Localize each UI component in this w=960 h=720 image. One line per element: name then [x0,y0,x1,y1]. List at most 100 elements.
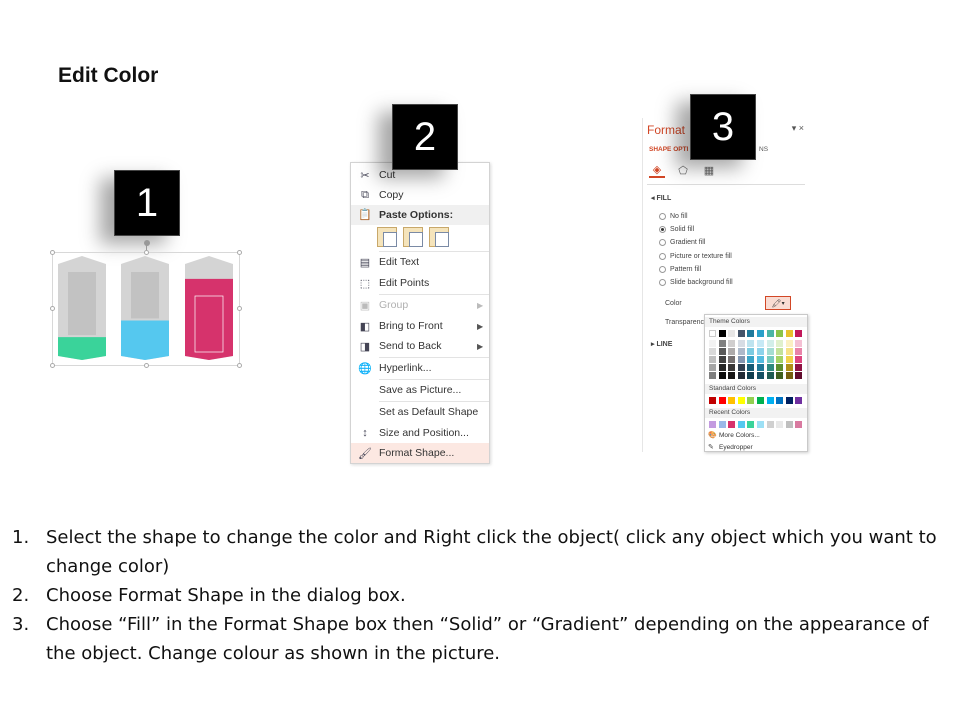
theme-color-swatch[interactable] [776,340,784,347]
standard-color-swatch[interactable] [766,397,774,404]
theme-color-swatch[interactable] [747,340,755,347]
rotation-handle[interactable] [144,240,150,246]
standard-color-swatch[interactable] [728,397,736,404]
recent-color-swatch[interactable] [776,421,784,428]
theme-color-swatch[interactable] [795,340,803,347]
resize-handle[interactable] [237,250,242,255]
theme-color-swatch[interactable] [757,330,764,337]
theme-color-swatch[interactable] [737,340,745,347]
theme-color-swatch[interactable] [757,364,764,371]
menu-item-set-default-shape[interactable]: Set as Default Shape [351,402,489,422]
theme-color-swatch[interactable] [728,364,736,371]
theme-color-swatch[interactable] [776,356,784,363]
recent-color-swatch[interactable] [747,421,755,428]
more-colors-link[interactable]: More Colors... [719,432,760,439]
fill-section-header[interactable]: ◂ FILL [651,194,671,202]
resize-handle[interactable] [237,363,242,368]
eyedropper-link[interactable]: Eyedropper [719,444,753,451]
theme-color-swatch[interactable] [709,340,716,347]
theme-color-swatch[interactable] [737,372,745,379]
theme-color-swatch[interactable] [795,356,803,363]
paste-destination-icon[interactable] [403,227,423,247]
theme-color-swatch[interactable] [757,340,764,347]
menu-item-hyperlink[interactable]: 🌐 Hyperlink... [351,358,489,378]
theme-color-swatch[interactable] [785,348,793,355]
theme-color-swatch[interactable] [718,348,726,355]
theme-color-swatch[interactable] [795,348,803,355]
resize-handle[interactable] [50,363,55,368]
theme-color-swatch[interactable] [776,330,784,337]
radio-button[interactable] [659,225,666,233]
radio-gradient-fill[interactable]: Gradient fill [659,236,705,248]
menu-item-edit-text[interactable]: ▤ Edit Text [351,252,489,272]
theme-color-swatch[interactable] [766,340,774,347]
theme-color-swatch[interactable] [757,356,764,363]
theme-color-swatch[interactable] [728,372,736,379]
recent-color-swatch[interactable] [766,421,774,428]
theme-color-swatch[interactable] [757,348,764,355]
theme-color-swatch[interactable] [785,372,793,379]
recent-color-swatch[interactable] [709,421,716,428]
radio-no-fill[interactable]: No fill [659,210,688,222]
theme-color-swatch[interactable] [718,364,726,371]
theme-color-swatch[interactable] [728,340,736,347]
theme-color-swatch[interactable] [709,330,716,337]
theme-color-swatch[interactable] [766,372,774,379]
theme-color-swatch[interactable] [766,364,774,371]
theme-color-swatch[interactable] [785,330,793,337]
theme-color-swatch[interactable] [747,348,755,355]
theme-color-swatch[interactable] [718,372,726,379]
theme-color-swatch[interactable] [776,348,784,355]
theme-color-swatch[interactable] [766,348,774,355]
line-section-header[interactable]: ▸ LINE [651,340,672,348]
menu-item-size-and-position[interactable]: ↕ Size and Position... [351,423,489,443]
theme-color-swatch[interactable] [718,340,726,347]
recent-color-swatch[interactable] [728,421,736,428]
theme-color-swatch[interactable] [718,356,726,363]
theme-color-swatch[interactable] [709,364,716,371]
radio-slide-background-fill[interactable]: Slide background fill [659,276,733,288]
resize-handle[interactable] [237,306,242,311]
color-picker-button[interactable]: 🖍 ▾ [765,296,791,310]
radio-pattern-fill[interactable]: Pattern fill [659,263,701,275]
recent-color-swatch[interactable] [737,421,745,428]
standard-color-swatch[interactable] [795,397,803,404]
theme-color-swatch[interactable] [776,364,784,371]
theme-color-swatch[interactable] [766,356,774,363]
theme-color-swatch[interactable] [718,330,726,337]
pane-close-icon[interactable]: ▾ × [792,123,804,134]
radio-button[interactable] [659,238,666,246]
tab-shape-options[interactable]: SHAPE OPTI [649,146,688,153]
theme-color-swatch[interactable] [737,356,745,363]
resize-handle[interactable] [144,250,149,255]
paste-picture-icon[interactable] [429,227,449,247]
radio-button[interactable] [659,212,666,220]
standard-color-swatch[interactable] [757,397,764,404]
theme-color-swatch[interactable] [728,330,736,337]
theme-color-swatch[interactable] [776,372,784,379]
menu-item-save-as-picture[interactable]: Save as Picture... [351,380,489,400]
theme-color-swatch[interactable] [709,372,716,379]
theme-color-swatch[interactable] [795,372,803,379]
recent-color-swatch[interactable] [795,421,803,428]
theme-color-swatch[interactable] [747,372,755,379]
theme-color-swatch[interactable] [728,356,736,363]
menu-item-format-shape[interactable]: 🖌 Format Shape... [351,443,489,463]
theme-color-swatch[interactable] [737,330,745,337]
theme-color-swatch[interactable] [728,348,736,355]
standard-color-swatch[interactable] [718,397,726,404]
size-properties-icon[interactable]: ▦ [701,162,717,178]
theme-color-swatch[interactable] [795,364,803,371]
recent-color-swatch[interactable] [785,421,793,428]
fill-line-icon[interactable]: ◈ [649,162,665,178]
resize-handle[interactable] [50,250,55,255]
menu-item-send-to-back[interactable]: ◨ Send to Back ▶ [351,336,489,356]
theme-color-swatch[interactable] [747,364,755,371]
standard-color-swatch[interactable] [737,397,745,404]
menu-item-bring-to-front[interactable]: ◧ Bring to Front ▶ [351,316,489,336]
effects-icon[interactable]: ⬠ [675,162,691,178]
standard-color-swatch[interactable] [747,397,755,404]
resize-handle[interactable] [144,363,149,368]
radio-solid-fill[interactable]: Solid fill [659,223,694,235]
paste-keep-source-icon[interactable] [377,227,397,247]
